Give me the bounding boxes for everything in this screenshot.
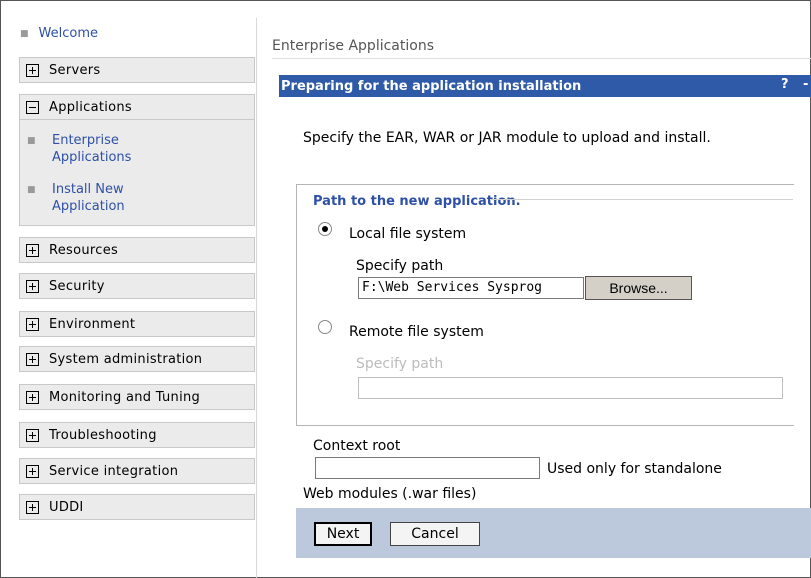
minimize-icon[interactable]: -: [803, 77, 808, 92]
expand-icon[interactable]: [26, 317, 39, 331]
nav-service-integration-label: Service integration: [49, 463, 179, 479]
remote-file-system-radio[interactable]: [318, 320, 332, 334]
expand-icon[interactable]: [26, 464, 39, 478]
nav-install-new-application-label: Install New Application: [52, 182, 125, 214]
bullet-icon: ■: [27, 136, 36, 146]
bullet-icon: ■: [20, 29, 29, 39]
nav-security[interactable]: Security: [19, 273, 255, 299]
nav-welcome-link[interactable]: ■ Welcome: [20, 26, 98, 41]
nav-applications[interactable]: Applications: [19, 94, 255, 120]
legend-divider: [490, 199, 793, 200]
nav-servers[interactable]: Servers: [19, 57, 255, 83]
remote-path-input[interactable]: [358, 377, 783, 399]
context-root-note-wrap: Web modules (.war files): [303, 486, 477, 502]
local-specify-path-label: Specify path: [356, 258, 444, 274]
remote-file-system-label: Remote file system: [349, 324, 484, 340]
nav-system-administration-label: System administration: [49, 351, 203, 367]
nav-divider: [256, 18, 257, 578]
nav-troubleshooting[interactable]: Troubleshooting: [19, 422, 255, 448]
next-button[interactable]: Next: [314, 522, 372, 546]
expand-icon[interactable]: [26, 352, 39, 366]
expand-icon[interactable]: [26, 279, 39, 293]
nav-service-integration[interactable]: Service integration: [19, 458, 255, 484]
context-root-input[interactable]: [315, 457, 540, 479]
nav-environment[interactable]: Environment: [19, 311, 255, 337]
expand-icon[interactable]: [26, 390, 39, 404]
expand-icon[interactable]: [26, 428, 39, 442]
nav-monitoring-and-tuning[interactable]: Monitoring and Tuning: [19, 384, 255, 410]
local-file-system-label: Local file system: [349, 226, 467, 242]
button-bar: [296, 508, 811, 558]
nav-troubleshooting-label: Troubleshooting: [49, 427, 157, 443]
expand-icon[interactable]: [26, 500, 39, 514]
context-root-note: Used only for standalone: [547, 461, 722, 477]
instruction-text: Specify the EAR, WAR or JAR module to up…: [303, 130, 711, 146]
local-path-input[interactable]: F:\Web Services Sysprog: [358, 277, 584, 299]
help-icon[interactable]: ?: [781, 77, 789, 92]
collapse-icon[interactable]: [26, 100, 39, 114]
browse-button[interactable]: Browse...: [585, 276, 692, 300]
nav-resources-label: Resources: [49, 242, 119, 258]
cancel-button[interactable]: Cancel: [390, 522, 480, 546]
nav-monitoring-and-tuning-label: Monitoring and Tuning: [49, 389, 201, 405]
context-root-label: Context root: [313, 438, 401, 454]
nav-uddi-label: UDDI: [49, 499, 84, 515]
nav-applications-label: Applications: [49, 99, 133, 115]
expand-icon[interactable]: [26, 243, 39, 257]
remote-specify-path-label: Specify path: [356, 356, 444, 372]
nav-security-label: Security: [49, 278, 105, 294]
nav-system-administration[interactable]: System administration: [19, 346, 255, 372]
nav-enterprise-applications-label: Enterprise Applications: [52, 133, 132, 165]
bullet-icon: ■: [27, 185, 36, 195]
local-file-system-radio[interactable]: [318, 222, 332, 236]
nav-uddi[interactable]: UDDI: [19, 494, 255, 520]
nav-servers-label: Servers: [49, 62, 101, 78]
expand-icon[interactable]: [26, 63, 39, 77]
panel-title: Preparing for the application installati…: [281, 78, 582, 94]
breadcrumb-divider: [272, 58, 811, 59]
panel-title-bar: Preparing for the application installati…: [279, 75, 811, 97]
nav-welcome-label: Welcome: [38, 26, 98, 41]
path-legend: Path to the new application.: [313, 194, 521, 209]
nav-resources[interactable]: Resources: [19, 237, 255, 263]
nav-environment-label: Environment: [49, 316, 136, 332]
breadcrumb: Enterprise Applications: [272, 38, 434, 54]
